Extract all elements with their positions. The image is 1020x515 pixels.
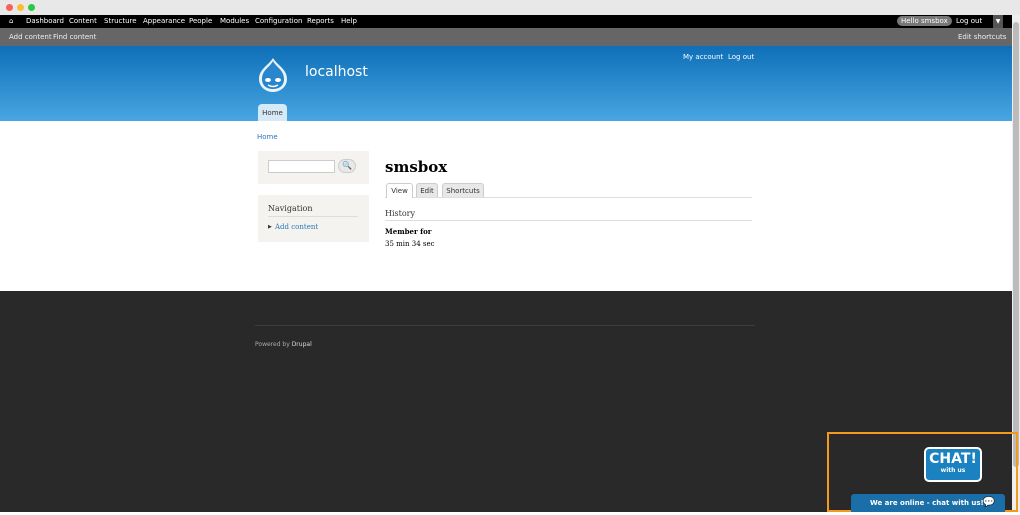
toolbar-structure[interactable]: Structure [104, 17, 137, 25]
chat-logo-big: CHAT! [929, 451, 977, 467]
my-account-link[interactable]: My account [683, 53, 723, 61]
bullet-icon: ▶ [268, 224, 272, 230]
tab-edit[interactable]: Edit [416, 183, 438, 197]
shortcuts-bar: Add content Find content Edit shortcuts [0, 28, 1012, 46]
scrollbar-thumb[interactable] [1013, 22, 1019, 467]
chat-bar-label: We are online - chat with us! [870, 499, 984, 507]
history-heading: History [385, 209, 752, 221]
page-title: smsbox [385, 158, 448, 176]
minimize-window-button[interactable] [17, 4, 24, 11]
drupal-logo-icon[interactable] [257, 57, 289, 93]
logout-link[interactable]: Log out [728, 53, 754, 61]
close-window-button[interactable] [6, 4, 13, 11]
drupal-link[interactable]: Drupal [292, 341, 312, 348]
powered-text: Powered by [255, 341, 292, 348]
toolbar-logout[interactable]: Log out [956, 17, 982, 25]
toolbar-configuration[interactable]: Configuration [255, 17, 302, 25]
tab-shortcuts[interactable]: Shortcuts [442, 183, 484, 197]
toolbar-content[interactable]: Content [69, 17, 97, 25]
search-block: 🔍 [258, 151, 369, 184]
shortcut-add-content[interactable]: Add content [9, 33, 52, 41]
maximize-window-button[interactable] [28, 4, 35, 11]
toolbar-modules[interactable]: Modules [220, 17, 249, 25]
powered-by: Powered by Drupal [255, 341, 312, 348]
chat-bar[interactable]: We are online - chat with us! 💬 [851, 494, 1005, 512]
hello-user[interactable]: Hello smsbox [897, 16, 952, 26]
member-duration: 35 min 34 sec [385, 240, 435, 248]
search-button[interactable]: 🔍 [338, 159, 356, 173]
chat-bubbles-icon: 💬 [982, 497, 995, 508]
tab-home[interactable]: Home [258, 104, 287, 121]
chat-logo-small: with us [940, 467, 966, 474]
toggle-shortcuts-icon[interactable]: ▼ [993, 15, 1003, 28]
admin-toolbar: ⌂ Dashboard Content Structure Appearance… [0, 15, 1012, 28]
search-input[interactable] [268, 160, 335, 173]
toolbar-reports[interactable]: Reports [307, 17, 334, 25]
browser-chrome [0, 0, 1020, 15]
edit-shortcuts-link[interactable]: Edit shortcuts [958, 33, 1006, 41]
site-name[interactable]: localhost [305, 64, 368, 80]
member-for-label: Member for [385, 227, 432, 236]
navigation-title: Navigation [268, 204, 358, 217]
home-icon[interactable]: ⌂ [9, 17, 13, 25]
footer-divider [255, 325, 755, 326]
navigation-block: Navigation ▶ Add content [258, 195, 369, 242]
breadcrumb[interactable]: Home [257, 133, 278, 141]
tab-view[interactable]: View [386, 183, 413, 198]
chat-logo[interactable]: CHAT! with us [924, 447, 982, 482]
nav-add-content[interactable]: Add content [275, 223, 318, 231]
site-header [0, 46, 1012, 121]
toolbar-people[interactable]: People [189, 17, 212, 25]
shortcut-find-content[interactable]: Find content [53, 33, 96, 41]
toolbar-dashboard[interactable]: Dashboard [26, 17, 64, 25]
toolbar-appearance[interactable]: Appearance [143, 17, 185, 25]
tab-divider [385, 197, 752, 198]
toolbar-help[interactable]: Help [341, 17, 357, 25]
